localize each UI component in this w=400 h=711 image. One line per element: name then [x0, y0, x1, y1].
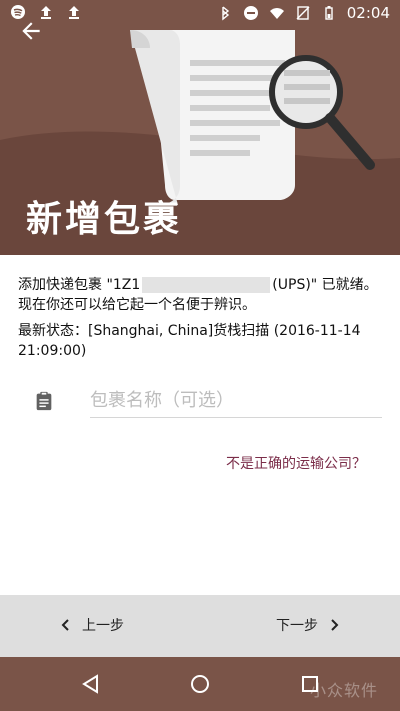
system-navbar: 小众软件 [0, 657, 400, 711]
intro-text: 添加快递包裹 "1Z1 (UPS)" 已就绪。现在你还可以给它起一个名便于辨识。 [18, 275, 383, 315]
latest-status-label: 最新状态： [18, 323, 88, 339]
latest-status: 最新状态：[Shanghai, China]货栈扫描 (2016-11-14 2… [18, 321, 383, 361]
battery-icon [325, 6, 333, 20]
main-content: 添加快递包裹 "1Z1 (UPS)" 已就绪。现在你还可以给它起一个名便于辨识。 … [0, 255, 400, 595]
redacted-tracking-number [142, 277, 271, 293]
dnd-icon [243, 6, 258, 20]
clipboard-icon [36, 391, 52, 411]
prev-button[interactable]: 上一步 [60, 615, 124, 635]
status-bar: 02:04 [0, 0, 400, 30]
prev-label: 上一步 [82, 618, 124, 634]
next-button[interactable]: 下一步 [276, 615, 340, 635]
package-name-input[interactable] [90, 383, 382, 418]
system-back-icon[interactable] [80, 673, 102, 695]
back-arrow-icon[interactable] [18, 18, 44, 44]
next-label: 下一步 [276, 618, 318, 634]
wizard-navbar: 上一步 下一步 [0, 595, 400, 657]
chevron-right-icon [331, 619, 339, 631]
watermark: 小众软件 [309, 681, 378, 700]
status-time: 02:04 [346, 4, 390, 22]
header: 02:04 新增包裹 [0, 0, 400, 255]
wifi-icon [269, 8, 284, 19]
system-home-icon[interactable] [189, 673, 211, 695]
page-title: 新增包裹 [26, 199, 183, 240]
wrong-carrier-link[interactable]: 不是正确的运输公司？ [226, 453, 366, 473]
chevron-left-icon [61, 619, 69, 631]
intro-prefix: 添加快递包裹 "1Z1 [18, 277, 141, 293]
no-sim-icon [296, 6, 310, 20]
bluetooth-icon [222, 6, 229, 21]
upload-icon [69, 6, 79, 19]
